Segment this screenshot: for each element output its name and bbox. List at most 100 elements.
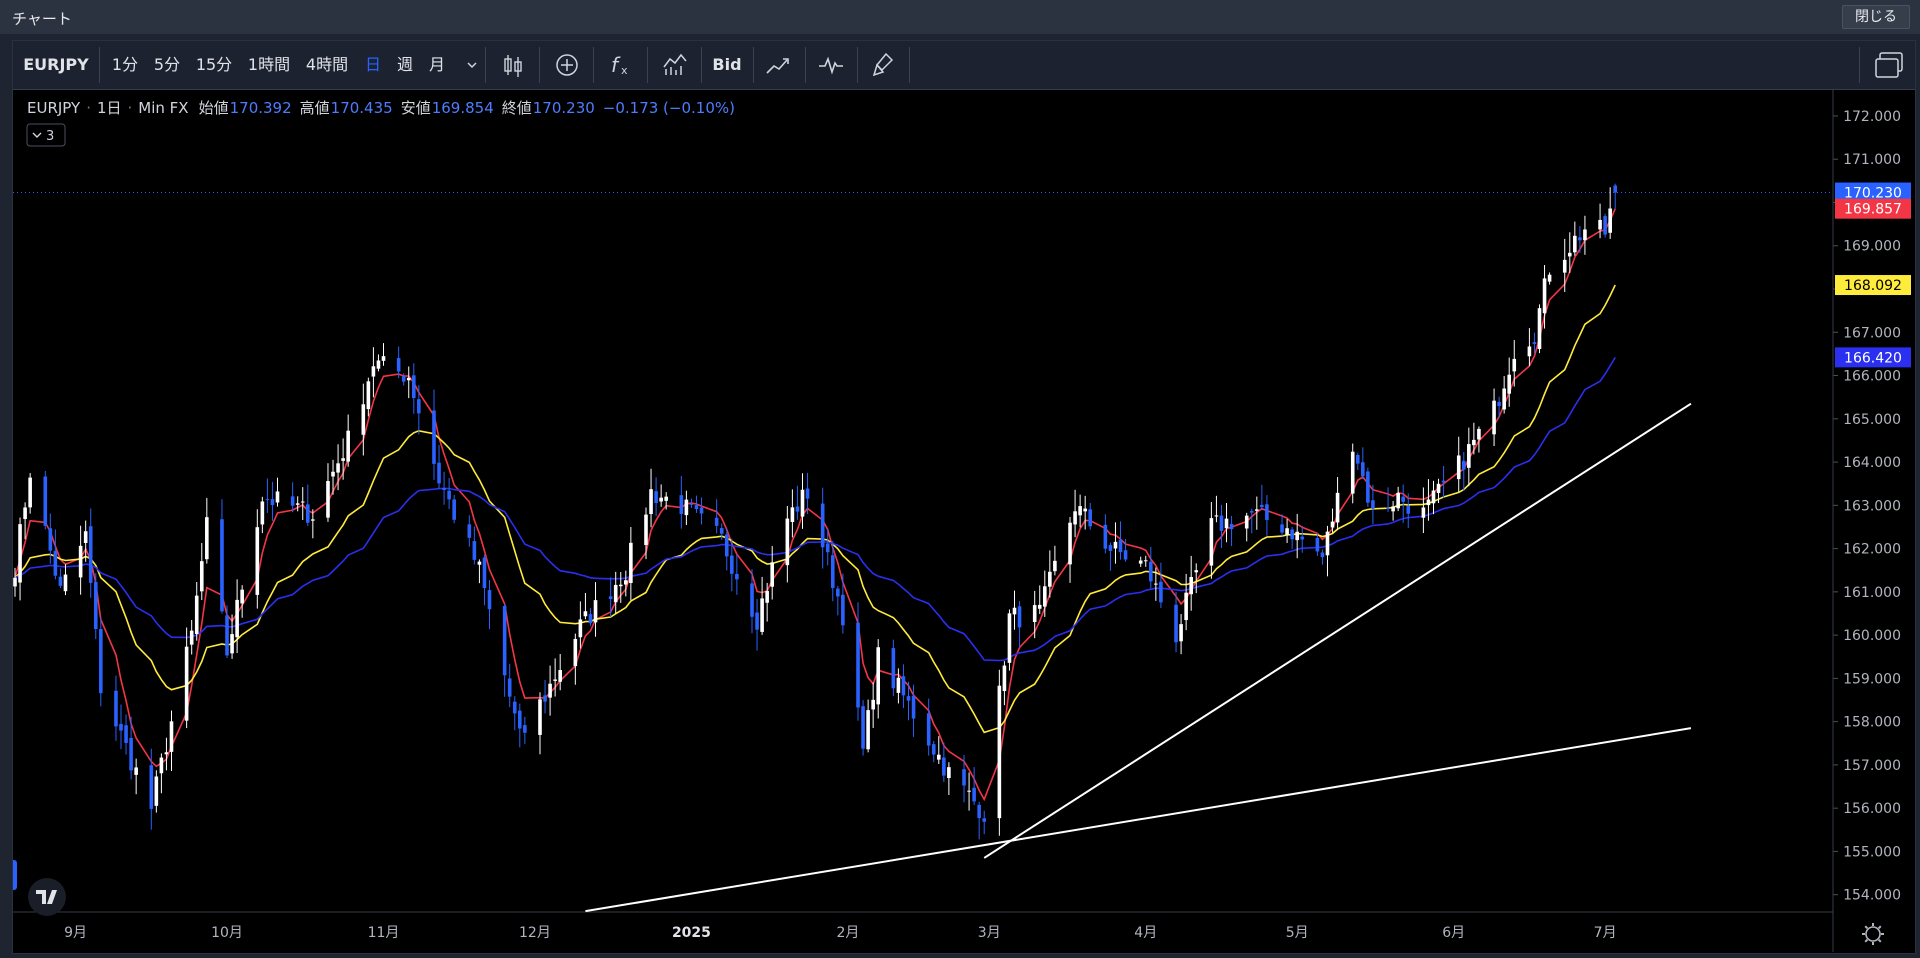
candle-body xyxy=(588,614,593,624)
interval-month[interactable]: 月 xyxy=(427,41,447,89)
candle-body xyxy=(714,517,719,526)
replay-icon[interactable] xyxy=(811,41,851,89)
candle-body xyxy=(1108,545,1113,551)
candle-body xyxy=(1078,506,1082,516)
candle-body xyxy=(230,634,234,654)
layout-icon[interactable] xyxy=(1871,47,1909,83)
candle-body xyxy=(1194,570,1199,573)
candle-body xyxy=(724,534,729,557)
interval-15m[interactable]: 15分 xyxy=(193,41,235,89)
close-button[interactable]: 閉じる xyxy=(1842,5,1910,29)
candle-body xyxy=(1290,529,1294,540)
interval-1m[interactable]: 1分 xyxy=(109,41,141,89)
candle-body xyxy=(1603,216,1607,235)
candle[interactable] xyxy=(1603,213,1607,238)
candle-body xyxy=(608,596,613,600)
candle-body xyxy=(1315,537,1320,552)
candle[interactable] xyxy=(861,700,865,756)
candle-body xyxy=(654,491,658,503)
legend-low-label: 安値 xyxy=(401,99,431,117)
symbol-button[interactable]: EURJPY xyxy=(23,41,89,89)
interval-5m[interactable]: 5分 xyxy=(151,41,183,89)
candle-body xyxy=(548,683,552,698)
svg-text:x: x xyxy=(621,64,628,77)
candles-icon[interactable] xyxy=(493,41,533,89)
candle[interactable] xyxy=(1537,304,1542,354)
candle-body xyxy=(300,501,305,503)
candle-body xyxy=(129,737,133,771)
interval-week[interactable]: 週 xyxy=(395,41,415,89)
candle-body xyxy=(1032,605,1037,622)
candle-body xyxy=(1441,480,1446,483)
x-tick-label: 10月 xyxy=(211,925,243,941)
legend-collapse-button[interactable]: 3 xyxy=(26,123,66,147)
interval-day[interactable]: 日 xyxy=(363,41,383,89)
candle-body xyxy=(593,600,598,623)
candle-body xyxy=(1002,665,1007,692)
candle-body xyxy=(124,725,128,743)
candle-body xyxy=(260,501,265,525)
candle[interactable] xyxy=(99,617,103,707)
candle-body xyxy=(750,583,754,617)
candle-body xyxy=(1547,274,1552,282)
candle-body xyxy=(18,524,22,583)
left-panel-toggle[interactable] xyxy=(13,860,17,890)
chevron-down-icon[interactable] xyxy=(465,41,479,89)
trend-icon[interactable] xyxy=(759,41,799,89)
y-tick-label: 163.000 xyxy=(1843,498,1901,514)
candle-body xyxy=(1143,560,1148,562)
indicators-icon[interactable]: fx xyxy=(601,41,641,89)
x-tick-label: 2月 xyxy=(836,925,859,941)
candle-body xyxy=(1335,492,1340,523)
brush-icon[interactable] xyxy=(863,41,903,89)
chart-background xyxy=(13,90,1915,952)
candle-body xyxy=(1396,492,1400,509)
candle-body xyxy=(1436,483,1441,493)
candle-body xyxy=(684,499,689,516)
y-tick-label: 155.000 xyxy=(1843,844,1901,860)
candle-body xyxy=(442,488,446,490)
candle-body xyxy=(1562,259,1567,273)
bid-button[interactable]: Bid xyxy=(707,41,747,89)
candle-body xyxy=(1477,428,1481,440)
candle[interactable] xyxy=(1366,467,1370,507)
candle-body xyxy=(1037,604,1042,609)
candle-body xyxy=(194,595,199,635)
tradingview-logo[interactable] xyxy=(28,878,66,916)
candle-body xyxy=(411,375,416,398)
candle-body xyxy=(1088,509,1093,527)
legend-low: 169.854 xyxy=(432,99,494,117)
price-chart[interactable]: 154.000 155.000 156.000 157.000 158.000 159.0… xyxy=(13,90,1915,952)
candle-body xyxy=(1017,606,1022,628)
candle-body xyxy=(1189,577,1193,595)
candle-body xyxy=(376,360,381,369)
interval-1h[interactable]: 1時間 xyxy=(245,41,293,89)
add-compare-icon[interactable] xyxy=(547,41,587,89)
candle[interactable] xyxy=(43,471,48,530)
candle-body xyxy=(1219,515,1224,531)
candle-body xyxy=(13,577,17,587)
chart-style-icon[interactable] xyxy=(655,41,695,89)
candle-body xyxy=(1573,235,1577,253)
candle-body xyxy=(962,769,966,786)
candle-body xyxy=(164,752,169,755)
candle-body xyxy=(1260,504,1264,508)
candle-body xyxy=(644,514,648,546)
candle[interactable] xyxy=(1007,609,1012,671)
candle-body xyxy=(760,598,764,632)
candle[interactable] xyxy=(997,669,1002,836)
candle-body xyxy=(830,555,835,588)
x-tick-label: 9月 xyxy=(64,925,87,941)
candle-body xyxy=(477,561,482,565)
interval-4h[interactable]: 4時間 xyxy=(303,41,351,89)
candle-body xyxy=(1159,581,1163,603)
candle-body xyxy=(1608,208,1612,233)
candle-body xyxy=(220,519,224,612)
candle-body xyxy=(225,615,229,656)
candle-body xyxy=(1083,508,1087,512)
candle-body xyxy=(543,695,547,702)
candle-body xyxy=(99,629,103,694)
candle-body xyxy=(977,804,981,819)
chart-toolbar: EURJPY 1分 5分 15分 1時間 4時間 日 週 月 fx Bid xyxy=(13,41,1915,90)
candle[interactable] xyxy=(891,639,896,697)
